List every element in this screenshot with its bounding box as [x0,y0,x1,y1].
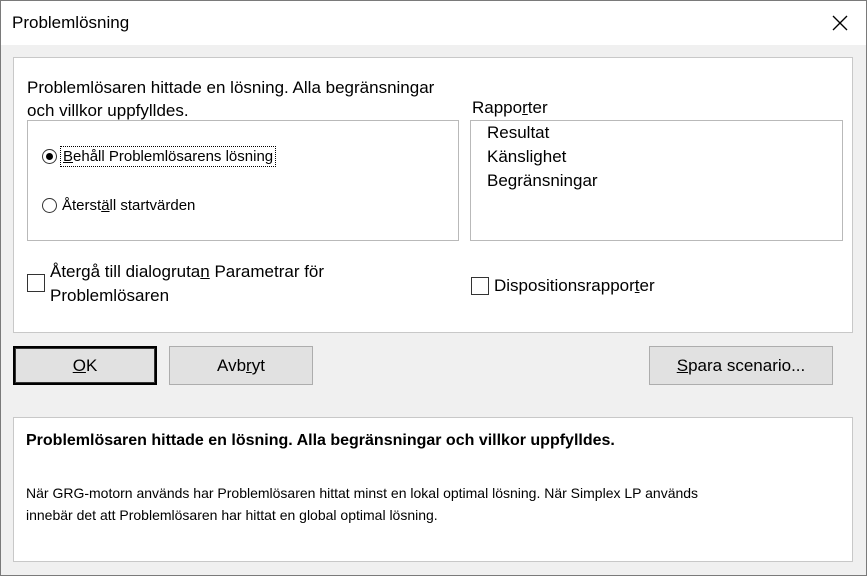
report-item-begransningar[interactable]: Begränsningar [487,171,598,191]
info-panel: Problemlösaren hittade en lösning. Alla … [13,417,853,562]
title-bar: Problemlösning [1,1,866,45]
info-detail: När GRG-motorn används har Problemlösare… [26,482,846,526]
reports-list[interactable]: Resultat Känslighet Begränsningar [470,120,843,241]
info-detail-line2: innebär det att Problemlösaren har hitta… [26,507,438,523]
restore-values-option[interactable]: Återställ startvärden [42,197,195,214]
results-panel: Problemlösaren hittade en lösning. Alla … [13,57,853,333]
result-message-line2: och villkor uppfylldes. [27,101,189,120]
result-message: Problemlösaren hittade en lösning. Alla … [27,76,497,122]
save-scenario-button[interactable]: Spara scenario... [649,346,833,385]
ok-button[interactable]: OK [13,346,157,385]
info-heading: Problemlösaren hittade en lösning. Alla … [26,432,615,449]
keep-solution-label: Behåll Problemlösarens lösning [59,146,277,167]
close-button[interactable] [818,5,862,41]
window-title: Problemlösning [12,13,130,32]
radio-button[interactable] [42,149,57,164]
restore-values-label: Återställ startvärden [62,197,196,214]
outline-reports-label: Dispositionsrapporter [494,276,655,295]
report-item-resultat[interactable]: Resultat [487,123,549,143]
solver-results-dialog: Problemlösning Problemlösaren hittade en… [0,0,867,576]
close-icon [832,15,848,31]
return-to-parameters-option[interactable]: Återgå till dialogrutan Parametrar för P… [27,260,324,308]
result-message-line1: Problemlösaren hittade en lösning. Alla … [27,78,435,97]
reports-label: Rapporter [472,98,548,117]
keep-solution-option[interactable]: Behåll Problemlösarens lösning [42,146,277,167]
outline-reports-checkbox[interactable] [471,277,489,295]
radio-button[interactable] [42,198,57,213]
report-item-kanslighet[interactable]: Känslighet [487,147,566,167]
outline-reports-option[interactable]: Dispositionsrapporter [471,274,655,298]
solution-options-group: Behåll Problemlösarens lösning Återställ… [27,120,459,241]
return-to-parameters-label: Återgå till dialogrutan Parametrar för P… [50,262,325,305]
cancel-button[interactable]: Avb r yt [169,346,313,385]
return-to-parameters-checkbox[interactable] [27,274,45,292]
info-detail-line1: När GRG-motorn används har Problemlösare… [26,485,699,501]
radio-selected-dot [46,153,53,160]
